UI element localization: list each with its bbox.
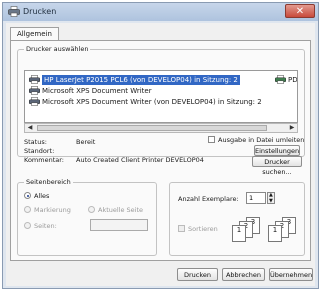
copies-input[interactable] bbox=[246, 192, 266, 204]
page-range-pages-radio[interactable] bbox=[24, 222, 31, 229]
copies-group: Anzahl Exemplare: ▲ ▼ Sortieren 3 2 1 3 … bbox=[169, 182, 305, 256]
page-range-selection-radio[interactable] bbox=[24, 206, 31, 213]
page-range-selection-label: Markierung bbox=[34, 206, 71, 214]
status-value: Bereit bbox=[76, 138, 96, 146]
comment-value: Auto Created Client Printer DEVELOP04 bbox=[76, 156, 204, 164]
apply-button[interactable]: Übernehmen bbox=[269, 268, 313, 281]
page-range-current-label: Aktuelle Seite bbox=[98, 206, 144, 214]
scrollbar-thumb[interactable] bbox=[37, 125, 267, 131]
collate-page: 1 bbox=[232, 225, 246, 242]
collate-page: 1 bbox=[268, 225, 282, 242]
print-to-file-label: Ausgabe in Datei umleiten bbox=[218, 136, 305, 144]
printer-icon bbox=[29, 86, 40, 95]
close-button[interactable]: ✕ bbox=[285, 4, 315, 18]
printer-selection-group: Drucker auswählen HP LaserJet P2015 PCL6… bbox=[17, 45, 305, 164]
find-printer-button[interactable]: Drucker suchen... bbox=[252, 156, 302, 176]
pages-input[interactable] bbox=[90, 219, 148, 231]
cancel-button[interactable]: Abbrechen bbox=[222, 268, 265, 281]
tab-panel: Drucker auswählen HP LaserJet P2015 PCL6… bbox=[10, 40, 311, 261]
window-title: Drucken bbox=[23, 7, 57, 16]
printer-icon bbox=[29, 75, 40, 84]
print-dialog-window: Drucken ✕ Allgemein Drucker auswählen HP… bbox=[2, 2, 319, 289]
location-label: Standort: bbox=[24, 147, 55, 155]
horizontal-scrollbar[interactable]: ◀ ▶ bbox=[24, 123, 298, 133]
page-range-current-radio[interactable] bbox=[88, 206, 95, 213]
collate-checkbox[interactable] bbox=[178, 225, 185, 232]
page-range-pages-label: Seiten: bbox=[34, 222, 57, 230]
title-bar[interactable]: Drucken ✕ bbox=[3, 3, 318, 21]
settings-button[interactable]: Einstellungen bbox=[254, 145, 300, 156]
comment-label: Kommentar: bbox=[24, 156, 64, 164]
page-range-all-radio[interactable] bbox=[24, 192, 31, 199]
copies-spinner[interactable]: ▲ ▼ bbox=[267, 192, 275, 204]
collate-label: Sortieren bbox=[188, 225, 218, 233]
printer-icon bbox=[8, 6, 20, 17]
page-range-group: Seitenbereich Alles Markierung Aktuelle … bbox=[17, 178, 157, 256]
page-range-all-label: Alles bbox=[34, 192, 50, 200]
printer-label: Microsoft XPS Document Writer (von DEVEL… bbox=[42, 98, 262, 106]
printer-list[interactable]: HP LaserJet P2015 PCL6 (von DEVELOP04) i… bbox=[24, 70, 298, 123]
scroll-left-icon[interactable]: ◀ bbox=[25, 124, 35, 132]
printer-group-label: Drucker auswählen bbox=[24, 45, 91, 53]
printer-icon bbox=[29, 97, 40, 106]
printer-label: PD bbox=[288, 76, 298, 84]
dialog-body: Allgemein Drucker auswählen HP LaserJet … bbox=[6, 23, 315, 286]
scroll-right-icon[interactable]: ▶ bbox=[287, 124, 297, 132]
printer-label: HP LaserJet P2015 PCL6 (von DEVELOP04) i… bbox=[42, 75, 240, 85]
collate-stack-icon: 3 2 1 bbox=[268, 217, 298, 242]
page-range-label: Seitenbereich bbox=[24, 178, 73, 186]
close-icon: ✕ bbox=[295, 6, 305, 17]
print-to-file-checkbox[interactable] bbox=[208, 136, 215, 143]
spin-down-icon[interactable]: ▼ bbox=[269, 198, 273, 204]
status-label: Status: bbox=[24, 138, 47, 146]
printer-icon bbox=[275, 75, 286, 84]
collate-stack-icon: 3 2 1 bbox=[232, 217, 262, 242]
print-button[interactable]: Drucken bbox=[177, 268, 218, 281]
copies-label: Anzahl Exemplare: bbox=[178, 195, 239, 203]
tab-general[interactable]: Allgemein bbox=[10, 27, 59, 40]
printer-label: Microsoft XPS Document Writer bbox=[42, 87, 152, 95]
